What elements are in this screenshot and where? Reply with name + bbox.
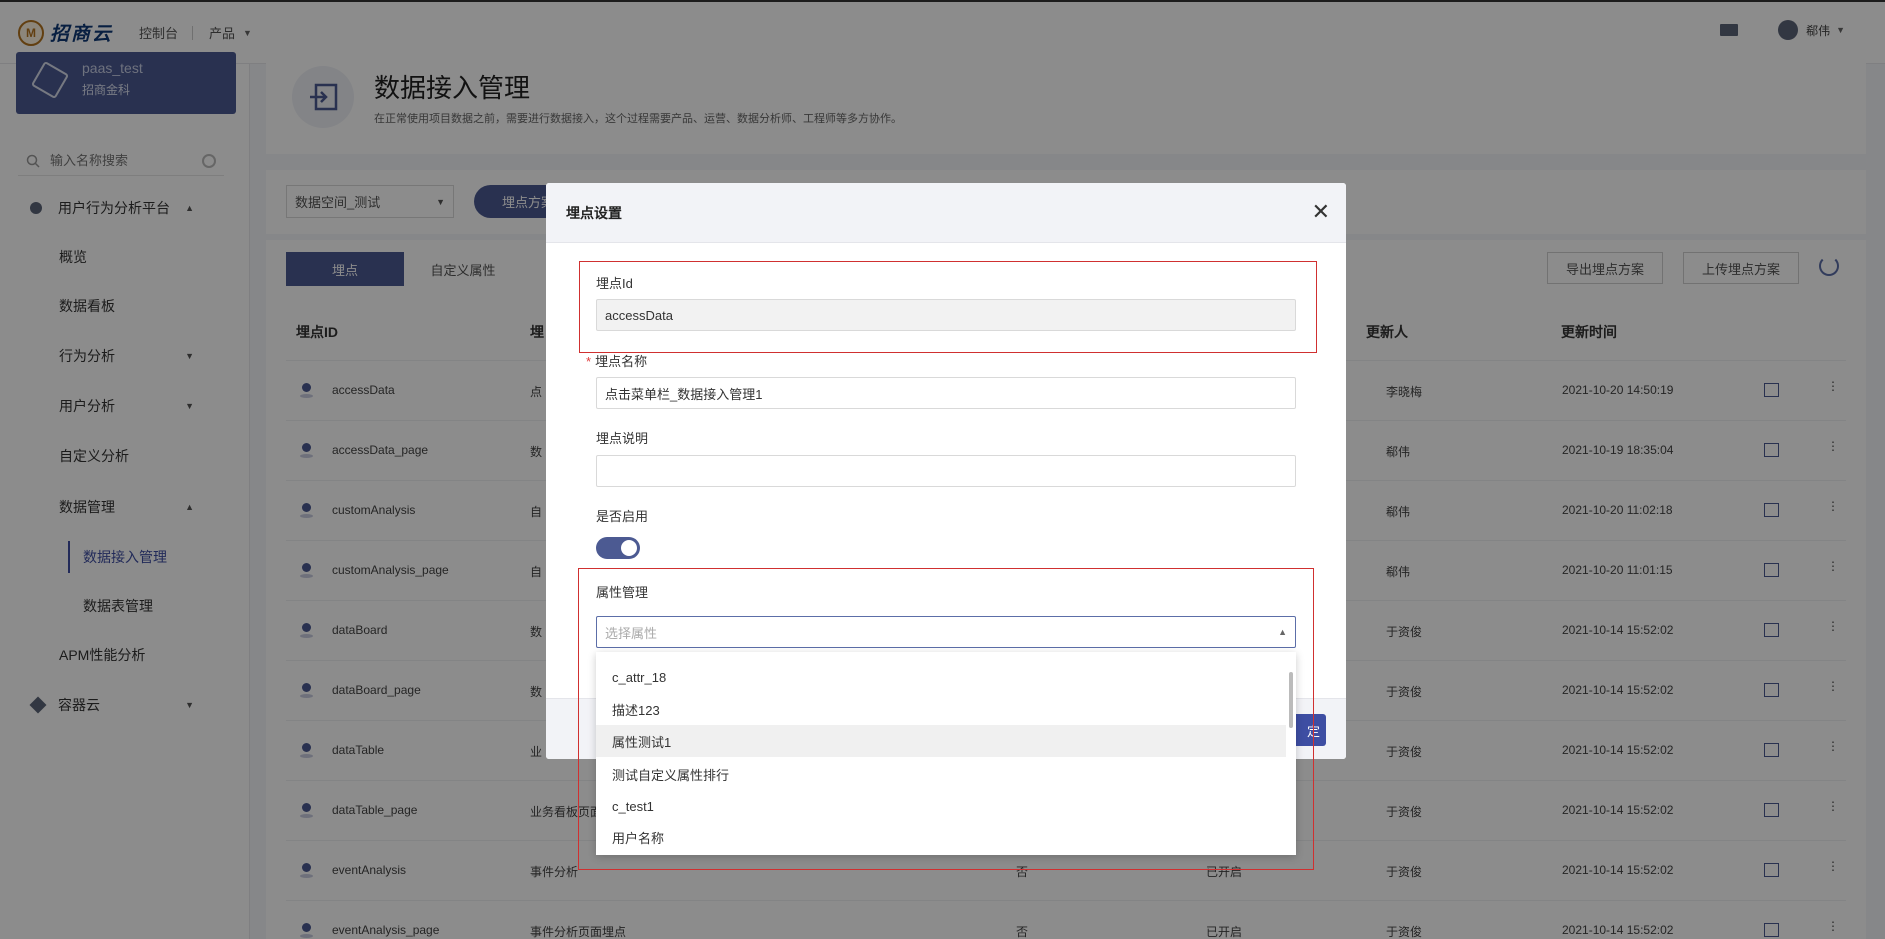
event-name-label: * 埋点名称 — [586, 351, 647, 370]
highlight-box-event-id — [579, 261, 1317, 353]
dialog-header: 埋点设置 ✕ — [546, 183, 1346, 243]
enable-label: 是否启用 — [596, 509, 649, 524]
event-desc-field[interactable] — [596, 455, 1296, 487]
enable-toggle[interactable] — [596, 537, 640, 559]
highlight-box-attributes — [578, 568, 1314, 870]
close-icon[interactable]: ✕ — [1312, 201, 1330, 223]
required-icon: * — [586, 354, 592, 369]
dialog-title: 埋点设置 — [566, 204, 622, 221]
event-name-value: 点击菜单栏_数据接入管理1 — [605, 386, 763, 402]
event-name-field[interactable]: 点击菜单栏_数据接入管理1 — [596, 377, 1296, 409]
event-desc-label: 埋点说明 — [596, 431, 649, 446]
event-name-label-text: 埋点名称 — [595, 354, 648, 369]
